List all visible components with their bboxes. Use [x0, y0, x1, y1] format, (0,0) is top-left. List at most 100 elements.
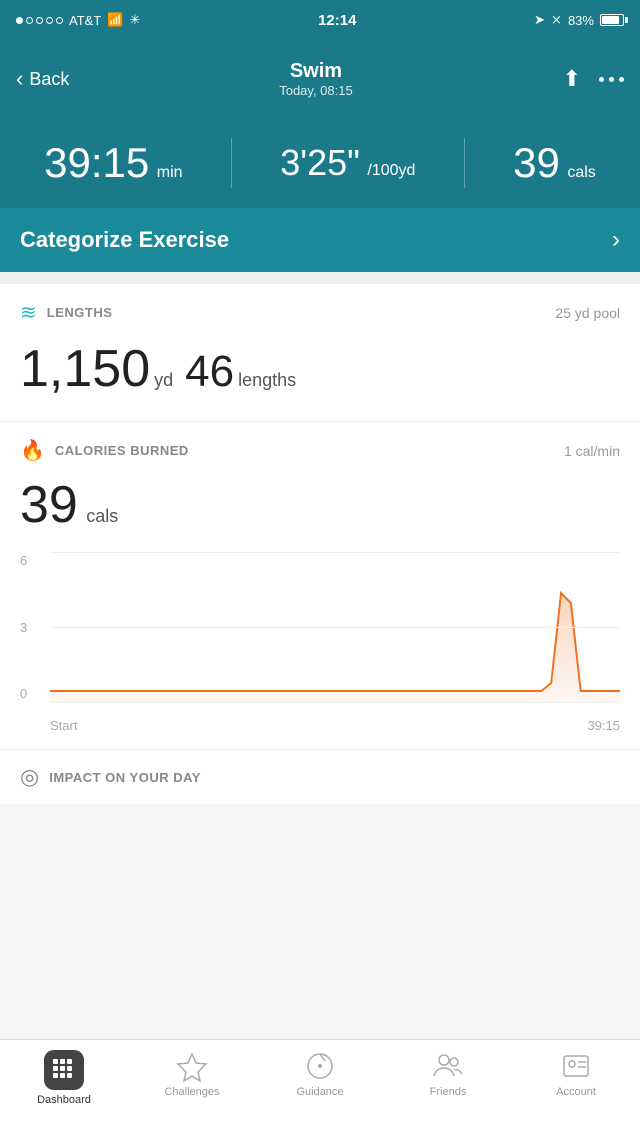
lengths-label: LENGTHS [47, 305, 113, 320]
more-dot-2 [609, 77, 614, 82]
impact-icon: ◎ [20, 764, 39, 790]
account-icon [560, 1050, 592, 1082]
gridline-6 [50, 552, 620, 553]
distance-value: 1,150 [20, 339, 150, 399]
categorize-label: Categorize Exercise [20, 227, 229, 253]
nav-actions: ⬆ [563, 66, 624, 92]
categorize-chevron-icon: › [612, 226, 620, 254]
status-bar: AT&T 📶 ✳ 12:14 ➤ ⨯ 83% [0, 0, 640, 40]
nav-title-group: Swim Today, 08:15 [279, 60, 352, 98]
categorize-banner[interactable]: Categorize Exercise › [0, 208, 640, 272]
share-icon[interactable]: ⬆ [563, 66, 581, 92]
chart-y-label-0: 0 [20, 686, 27, 701]
gridline-3 [50, 627, 620, 628]
calories-header: 🔥 CALORIES BURNED 1 cal/min [20, 438, 620, 463]
calories-value: 39 [513, 139, 560, 186]
page-title: Swim [279, 60, 352, 83]
battery-icon [600, 14, 624, 26]
lengths-count-unit: lengths [238, 370, 296, 391]
signal-dot-3 [36, 17, 43, 24]
nav-item-account[interactable]: Account [512, 1050, 640, 1098]
calories-unit: cals [567, 164, 595, 181]
chart-svg [50, 553, 620, 703]
chart-area [50, 553, 620, 703]
chart-x-end: 39:15 [587, 718, 620, 733]
battery-fill [602, 16, 619, 24]
nav-item-challenges[interactable]: Challenges [128, 1050, 256, 1098]
chart-y-label-6: 6 [20, 553, 27, 568]
chart-fill [50, 593, 620, 703]
pace-value: 3'25" [280, 142, 360, 183]
calories-chart: 0 3 6 Start [20, 553, 620, 733]
stats-row: 39:15 min 3'25" /100yd 39 cals [0, 128, 640, 208]
calories-big-unit: cals [86, 506, 118, 526]
dashboard-icon-bg [44, 1050, 84, 1090]
duration-unit: min [157, 164, 183, 181]
impact-section: ◎ IMPACT ON YOUR DAY [0, 750, 640, 804]
calories-value-row: 39 cals [20, 471, 620, 543]
guidance-icon [304, 1050, 336, 1082]
account-label: Account [556, 1086, 596, 1098]
stat-divider-2 [464, 138, 465, 188]
lengths-title-row: ≋ LENGTHS [20, 300, 112, 325]
challenges-icon [176, 1050, 208, 1082]
gridline-0 [50, 702, 620, 703]
back-chevron-icon: ‹ [16, 66, 23, 92]
calories-title-row: 🔥 CALORIES BURNED [20, 438, 189, 463]
activity-icon: ✳ [129, 12, 140, 28]
calories-section: 🔥 CALORIES BURNED 1 cal/min 39 cals 0 3 … [0, 422, 640, 749]
section-gap-1 [0, 272, 640, 284]
friends-icon [432, 1050, 464, 1082]
status-left: AT&T 📶 ✳ [16, 12, 140, 28]
distance-unit: yd [154, 370, 173, 391]
signal-dot-1 [16, 17, 23, 24]
chart-x-start: Start [50, 718, 77, 733]
calories-big-value: 39 [20, 476, 78, 534]
chart-x-labels: Start 39:15 [50, 718, 620, 733]
wifi-icon: 📶 [107, 12, 123, 28]
stat-pace: 3'25" /100yd [280, 145, 415, 181]
stat-duration: 39:15 min [44, 142, 182, 184]
location-icon: ➤ [534, 12, 545, 28]
dashboard-icon [50, 1056, 78, 1084]
lengths-header: ≋ LENGTHS 25 yd pool [20, 300, 620, 325]
friends-label: Friends [430, 1086, 467, 1098]
guidance-label: Guidance [296, 1086, 343, 1098]
dashboard-label: Dashboard [37, 1094, 91, 1106]
lengths-values: 1,150 yd 46 lengths [20, 333, 620, 405]
stat-calories: 39 cals [513, 142, 596, 184]
back-button[interactable]: ‹ Back [16, 66, 69, 92]
duration-value: 39:15 [44, 139, 149, 186]
signal-dot-4 [46, 17, 53, 24]
nav-item-dashboard[interactable]: Dashboard [0, 1050, 128, 1106]
back-label: Back [29, 69, 69, 90]
bluetooth-icon: ⨯ [551, 12, 562, 28]
carrier-label: AT&T [69, 13, 101, 28]
nav-item-guidance[interactable]: Guidance [256, 1050, 384, 1098]
signal-dots [16, 17, 63, 24]
wave-icon: ≋ [20, 300, 37, 325]
lengths-section: ≋ LENGTHS 25 yd pool 1,150 yd 46 lengths [0, 284, 640, 421]
flame-icon: 🔥 [20, 438, 45, 463]
chart-line [50, 593, 620, 691]
lengths-meta: 25 yd pool [555, 305, 620, 321]
lengths-count-value: 46 [185, 347, 234, 397]
impact-label: IMPACT ON YOUR DAY [49, 770, 201, 785]
chart-y-label-3: 3 [20, 620, 27, 635]
chart-y-labels: 0 3 6 [20, 553, 27, 703]
signal-dot-2 [26, 17, 33, 24]
calories-meta: 1 cal/min [564, 443, 620, 459]
nav-bar: ‹ Back Swim Today, 08:15 ⬆ [0, 40, 640, 128]
challenges-label: Challenges [164, 1086, 219, 1098]
more-button[interactable] [599, 77, 624, 82]
signal-dot-5 [56, 17, 63, 24]
status-right: ➤ ⨯ 83% [534, 12, 624, 28]
battery-percent: 83% [568, 13, 594, 28]
calories-label: CALORIES BURNED [55, 443, 189, 458]
more-dot-1 [599, 77, 604, 82]
pace-unit: /100yd [367, 162, 415, 179]
stat-divider-1 [231, 138, 232, 188]
page-subtitle: Today, 08:15 [279, 83, 352, 98]
nav-item-friends[interactable]: Friends [384, 1050, 512, 1098]
more-dot-3 [619, 77, 624, 82]
